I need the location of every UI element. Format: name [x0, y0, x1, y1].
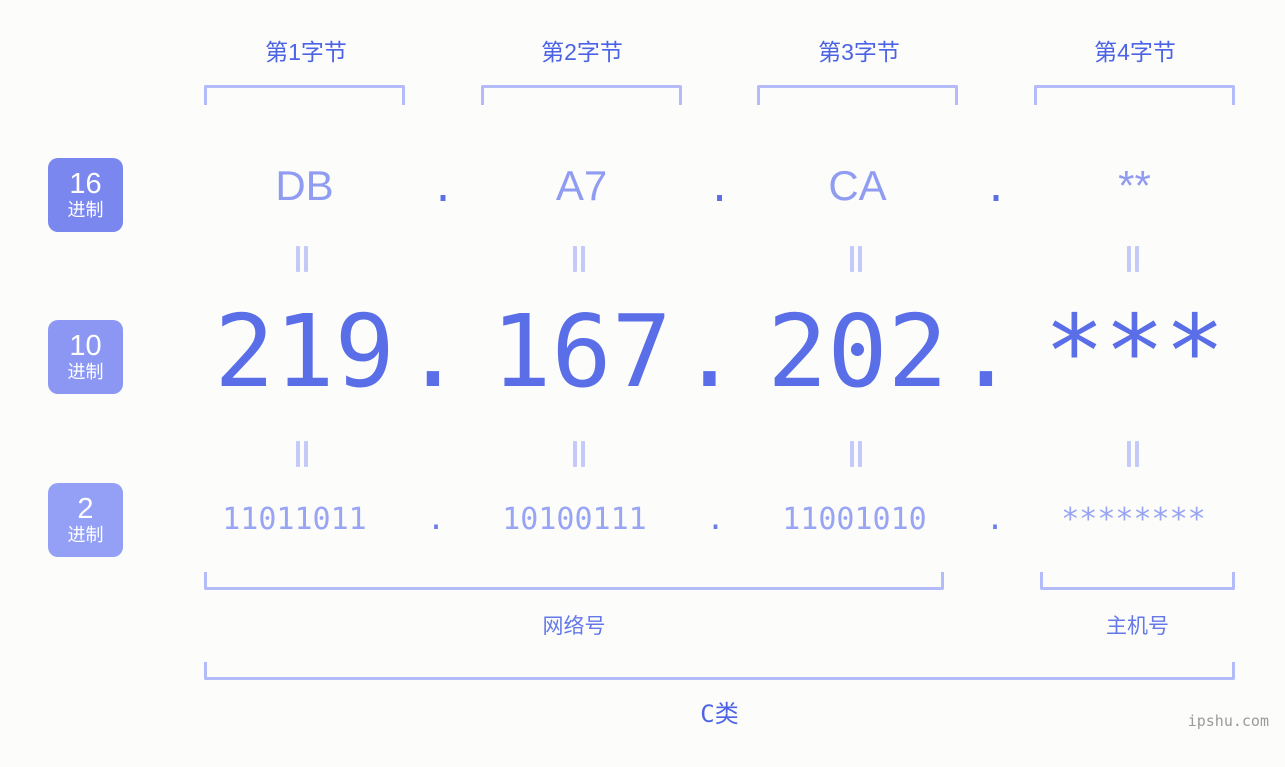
equals-mark-dec-bin-3 [847, 441, 865, 467]
base-badge-binary-number: 2 [77, 493, 94, 525]
host-part-label: 主机号 [1106, 615, 1169, 638]
byte-bracket-3 [757, 85, 958, 105]
equals-mark-dec-bin-1 [293, 441, 311, 467]
byte-header-label-3: 第3字节 [818, 39, 900, 65]
binary-byte-4: ******** [1061, 502, 1206, 537]
byte-header-label-4: 第4字节 [1094, 39, 1176, 65]
decimal-byte-4: *** [1044, 293, 1225, 410]
site-watermark: ipshu.com [1187, 712, 1269, 730]
address-class-bracket [204, 662, 1235, 680]
binary-byte-2: 10100111 [502, 502, 647, 537]
equals-mark-dec-bin-2 [570, 441, 588, 467]
hex-separator-1: . [430, 165, 456, 211]
byte-header-label-1: 第1字节 [265, 39, 347, 65]
binary-byte-1: 11011011 [222, 502, 367, 537]
byte-bracket-2 [481, 85, 682, 105]
binary-separator-2: . [706, 502, 725, 537]
equals-mark-dec-bin-4 [1124, 441, 1142, 467]
equals-mark-hex-dec-4 [1124, 246, 1142, 272]
hex-byte-3: CA [828, 162, 887, 209]
network-part-bracket [204, 572, 944, 590]
base-badge-hex-number: 16 [69, 168, 102, 200]
address-class-label: C类 [700, 700, 739, 728]
binary-separator-1: . [426, 502, 446, 537]
decimal-separator-2: . [679, 293, 740, 410]
base-badge-binary-suffix: 进制 [67, 525, 104, 545]
equals-mark-hex-dec-1 [293, 246, 311, 272]
hex-separator-3: . [983, 165, 1009, 211]
ip-address-breakdown-diagram: 第1字节 第2字节 第3字节 第4字节 16 进制 10 进制 2 进制 DB … [0, 0, 1285, 767]
byte-bracket-1 [204, 85, 405, 105]
binary-separator-3: . [985, 502, 1005, 537]
decimal-separator-1: . [402, 293, 464, 410]
base-badge-hex-suffix: 进制 [67, 200, 104, 220]
host-part-bracket [1040, 572, 1235, 590]
base-badge-hex: 16 进制 [48, 158, 123, 232]
byte-header-label-2: 第2字节 [541, 39, 623, 65]
decimal-byte-3: 202 [767, 293, 948, 410]
hex-separator-2: . [707, 165, 732, 211]
base-badge-decimal-number: 10 [69, 330, 102, 362]
decimal-byte-2: 167 [491, 293, 672, 410]
base-badge-decimal: 10 进制 [48, 320, 123, 394]
network-part-label: 网络号 [542, 615, 606, 638]
binary-byte-3: 11001010 [782, 502, 927, 537]
byte-bracket-4 [1034, 85, 1235, 105]
base-badge-binary: 2 进制 [48, 483, 123, 557]
equals-mark-hex-dec-2 [570, 246, 588, 272]
hex-byte-1: DB [275, 162, 334, 209]
decimal-byte-1: 219 [214, 293, 395, 410]
hex-byte-4: ** [1118, 162, 1151, 209]
decimal-separator-3: . [955, 293, 1017, 410]
hex-byte-2: A7 [555, 162, 608, 209]
base-badge-decimal-suffix: 进制 [67, 362, 104, 382]
equals-mark-hex-dec-3 [847, 246, 865, 272]
